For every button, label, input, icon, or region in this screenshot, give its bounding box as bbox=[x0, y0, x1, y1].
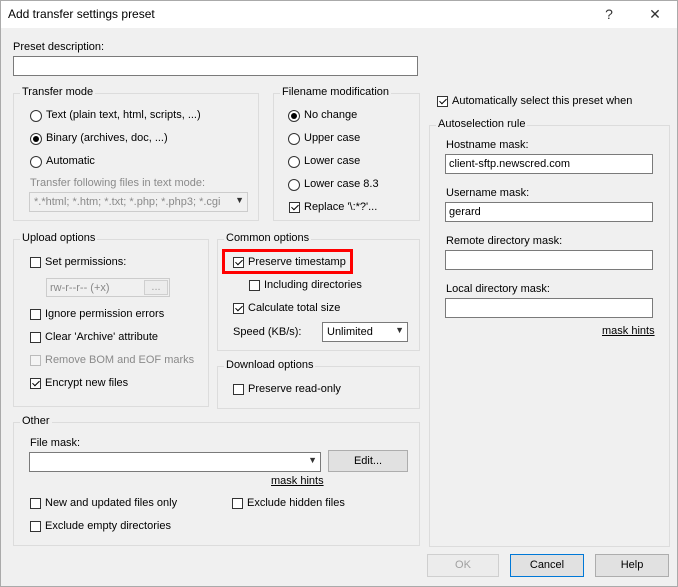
remote-directory-mask-input[interactable] bbox=[445, 250, 653, 270]
checkbox-auto-select-label: Automatically select this preset when bbox=[452, 95, 633, 107]
radio-no-change[interactable] bbox=[288, 110, 300, 122]
checkbox-encrypt-new-files-label: Encrypt new files bbox=[45, 377, 129, 389]
radio-automatic-mode[interactable] bbox=[30, 156, 42, 168]
radio-lower-case-83-label: Lower case 8.3 bbox=[304, 178, 379, 190]
preset-description-input[interactable] bbox=[13, 56, 418, 76]
checkbox-preserve-timestamp-label: Preserve timestamp bbox=[248, 256, 346, 268]
window-title: Add transfer settings preset bbox=[8, 7, 155, 21]
file-mask-hints-link[interactable]: mask hints bbox=[271, 475, 324, 487]
checkbox-new-and-updated[interactable] bbox=[30, 498, 41, 509]
checkbox-new-and-updated-label: New and updated files only bbox=[45, 497, 178, 509]
checkbox-clear-archive-label: Clear 'Archive' attribute bbox=[45, 331, 159, 343]
radio-no-change-label: No change bbox=[304, 109, 358, 121]
checkbox-including-directories[interactable] bbox=[249, 280, 260, 291]
checkbox-ignore-permission-errors[interactable] bbox=[30, 309, 41, 320]
autoselection-rule-title: Autoselection rule bbox=[436, 118, 528, 130]
checkbox-including-directories-label: Including directories bbox=[264, 279, 362, 291]
text-mode-files-combo[interactable]: *.*html; *.htm; *.txt; *.php; *.php3; *.… bbox=[29, 192, 248, 212]
remote-directory-mask-label: Remote directory mask: bbox=[446, 235, 563, 247]
local-directory-mask-label: Local directory mask: bbox=[446, 283, 550, 295]
username-mask-input[interactable]: gerard bbox=[445, 202, 653, 222]
file-mask-label: File mask: bbox=[30, 437, 81, 449]
close-icon[interactable]: ✕ bbox=[641, 3, 669, 25]
radio-upper-case-label: Upper case bbox=[304, 132, 361, 144]
chevron-down-icon: ▼ bbox=[395, 325, 404, 335]
checkbox-exclude-hidden-label: Exclude hidden files bbox=[247, 497, 345, 509]
chevron-down-icon: ▼ bbox=[235, 195, 244, 205]
checkbox-preserve-read-only[interactable] bbox=[233, 384, 244, 395]
checkbox-encrypt-new-files[interactable] bbox=[30, 378, 41, 389]
help-icon[interactable]: ? bbox=[595, 3, 623, 25]
local-directory-mask-input[interactable] bbox=[445, 298, 653, 318]
radio-automatic-label: Automatic bbox=[46, 155, 95, 167]
checkbox-calculate-total-size-label: Calculate total size bbox=[248, 302, 341, 314]
checkbox-calculate-total-size[interactable] bbox=[233, 303, 244, 314]
download-options-title: Download options bbox=[224, 359, 316, 371]
hostname-mask-input[interactable]: client-sftp.newscred.com bbox=[445, 154, 653, 174]
transfer-mode-title: Transfer mode bbox=[20, 86, 96, 98]
radio-lower-case[interactable] bbox=[288, 156, 300, 168]
speed-label: Speed (KB/s): bbox=[233, 326, 302, 338]
checkbox-clear-archive[interactable] bbox=[30, 332, 41, 343]
preset-description-label: Preset description: bbox=[13, 41, 105, 53]
checkbox-remove-bom[interactable] bbox=[30, 355, 41, 366]
upload-options-title: Upload options bbox=[20, 232, 98, 244]
checkbox-replace[interactable] bbox=[289, 202, 300, 213]
permissions-browse-button[interactable]: ... bbox=[144, 280, 168, 295]
cancel-button[interactable]: Cancel bbox=[510, 554, 584, 577]
edit-file-mask-button[interactable]: Edit... bbox=[328, 450, 408, 472]
filename-modification-title: Filename modification bbox=[280, 86, 391, 98]
help-button[interactable]: Help bbox=[595, 554, 669, 577]
radio-binary-mode[interactable] bbox=[30, 133, 42, 145]
radio-text-label: Text (plain text, html, scripts, ...) bbox=[46, 109, 201, 121]
checkbox-set-permissions-label: Set permissions: bbox=[45, 256, 127, 268]
common-options-title: Common options bbox=[224, 232, 312, 244]
file-mask-combo[interactable]: ▼ bbox=[29, 452, 321, 472]
checkbox-set-permissions[interactable] bbox=[30, 257, 41, 268]
radio-upper-case[interactable] bbox=[288, 133, 300, 145]
title-bar: Add transfer settings preset ? ✕ bbox=[1, 1, 677, 28]
text-mode-files-label: Transfer following files in text mode: bbox=[30, 177, 206, 189]
checkbox-exclude-empty-dirs-label: Exclude empty directories bbox=[45, 520, 171, 532]
ok-button[interactable]: OK bbox=[427, 554, 499, 577]
radio-lower-case-83[interactable] bbox=[288, 179, 300, 191]
radio-lower-case-label: Lower case bbox=[304, 155, 361, 167]
radio-binary-label: Binary (archives, doc, ...) bbox=[46, 132, 168, 144]
radio-text-mode[interactable] bbox=[30, 110, 42, 122]
speed-combo[interactable]: Unlimited ▼ bbox=[322, 322, 408, 342]
checkbox-preserve-timestamp[interactable] bbox=[233, 257, 244, 268]
checkbox-replace-label: Replace '\:*?'... bbox=[304, 201, 378, 213]
checkbox-auto-select[interactable] bbox=[437, 96, 448, 107]
hostname-mask-label: Hostname mask: bbox=[446, 139, 529, 151]
chevron-down-icon: ▼ bbox=[308, 455, 317, 465]
checkbox-ignore-permission-errors-label: Ignore permission errors bbox=[45, 308, 165, 320]
checkbox-exclude-hidden[interactable] bbox=[232, 498, 243, 509]
checkbox-exclude-empty-dirs[interactable] bbox=[30, 521, 41, 532]
autoselection-mask-hints-link[interactable]: mask hints bbox=[602, 325, 655, 337]
other-options-title: Other bbox=[20, 415, 52, 427]
username-mask-label: Username mask: bbox=[446, 187, 530, 199]
checkbox-preserve-read-only-label: Preserve read-only bbox=[248, 383, 341, 395]
dialog-window: Add transfer settings preset ? ✕ Preset … bbox=[0, 0, 678, 587]
checkbox-remove-bom-label: Remove BOM and EOF marks bbox=[45, 354, 195, 366]
